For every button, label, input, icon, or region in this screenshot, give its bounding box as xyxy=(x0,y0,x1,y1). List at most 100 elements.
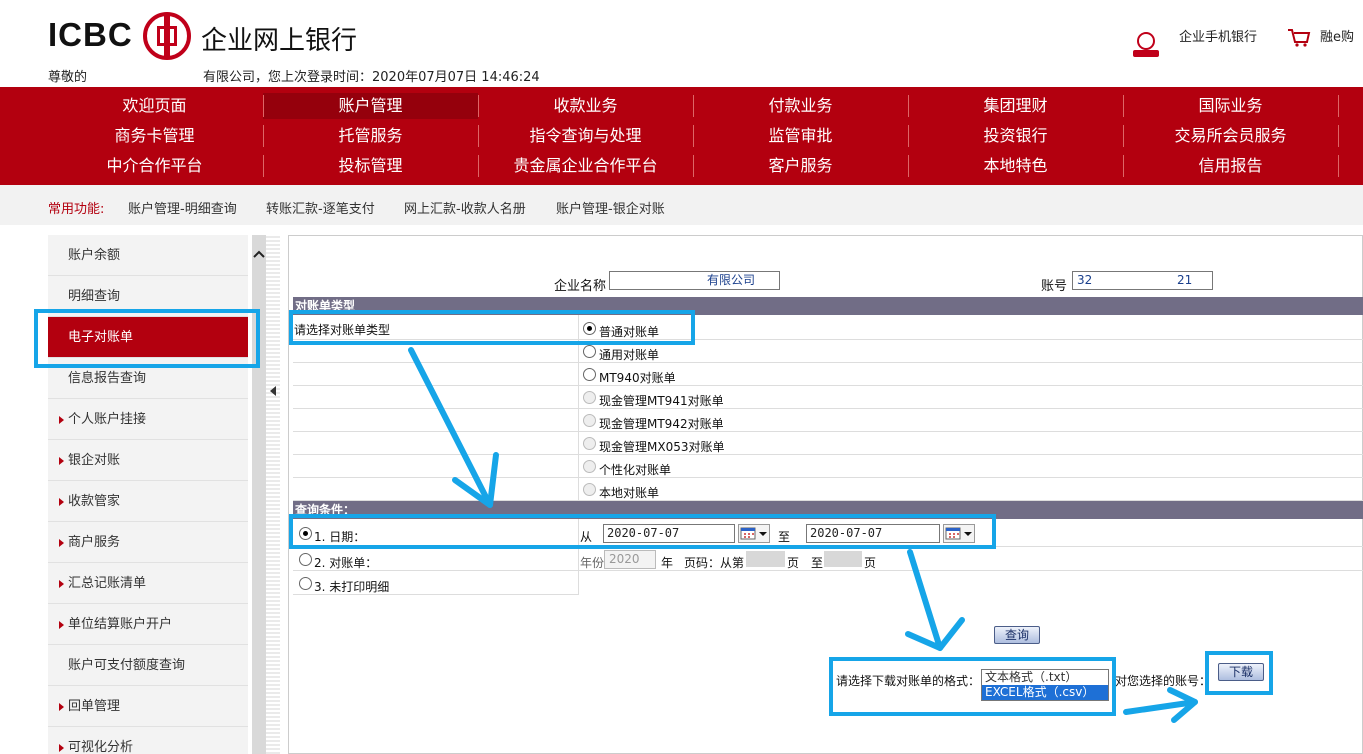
common-link[interactable]: 网上汇款-收款人名册 xyxy=(404,198,526,217)
query-button[interactable]: 查询 xyxy=(994,626,1040,644)
sidebar-item-label: 单位结算账户开户 xyxy=(68,617,173,632)
unprinted-radio[interactable] xyxy=(299,577,312,590)
mobile-bank-icon[interactable] xyxy=(1133,30,1159,58)
date-to-input[interactable]: 2020-07-07 xyxy=(806,524,940,543)
sidebar-item[interactable]: 可视化分析 xyxy=(48,727,248,754)
statement-radio[interactable] xyxy=(299,553,312,566)
year-select[interactable]: 2020 xyxy=(604,550,656,569)
account-label: 账号 xyxy=(1041,279,1068,294)
statement-type-section: 对账单类型 xyxy=(293,297,1363,315)
rongegou-link[interactable]: 融e购 xyxy=(1320,26,1354,45)
nav-item[interactable]: 信用报告 xyxy=(1123,153,1338,179)
sidebar-item[interactable]: 汇总记账清单 xyxy=(48,563,248,604)
calendar-from-button[interactable] xyxy=(738,524,770,543)
page-unit-label: 页 xyxy=(787,556,800,570)
statement-type-radio[interactable] xyxy=(583,391,596,404)
calendar-icon xyxy=(740,527,767,540)
nav-separator xyxy=(693,95,694,117)
nav-item[interactable]: 收款业务 xyxy=(478,93,693,119)
login-info: 有限公司，您上次登录时间：2020年07月07日 14:46:24 xyxy=(203,70,540,85)
panel-splitter[interactable] xyxy=(266,235,280,754)
row-divider xyxy=(293,339,1363,340)
sidebar-item[interactable]: 明细查询 xyxy=(48,276,248,317)
nav-item[interactable]: 监管审批 xyxy=(693,123,908,149)
sidebar-item[interactable]: 回单管理 xyxy=(48,686,248,727)
nav-item[interactable]: 指令查询与处理 xyxy=(478,123,693,149)
page-to-input[interactable] xyxy=(824,551,862,567)
download-button[interactable]: 下载 xyxy=(1218,663,1264,681)
sidebar-item[interactable]: 账户余额 xyxy=(48,235,248,276)
calendar-to-button[interactable] xyxy=(943,524,975,543)
sidebar-item[interactable]: 信息报告查询 xyxy=(48,358,248,399)
nav-item[interactable]: 投资银行 xyxy=(908,123,1123,149)
nav-item[interactable]: 付款业务 xyxy=(693,93,908,119)
sidebar-item-label: 商户服务 xyxy=(68,535,121,550)
account-select[interactable]: 32 21 xyxy=(1072,271,1213,290)
caret-right-icon xyxy=(59,580,64,588)
statement-type-radio[interactable] xyxy=(583,322,596,335)
scroll-up-icon[interactable] xyxy=(253,249,265,262)
nav-item[interactable]: 商务卡管理 xyxy=(47,123,262,149)
sidebar-item-label: 银企对账 xyxy=(68,453,121,468)
nav-item[interactable]: 贵金属企业合作平台 xyxy=(478,153,693,179)
sidebar-scrollbar[interactable] xyxy=(252,235,266,754)
statement-type-label: 现金管理MT942对账单 xyxy=(599,417,724,431)
sidebar: 账户余额明细查询 电子对账单 信息报告查询个人账户挂接 银企对账收款管家商户服务汇总记… xyxy=(48,235,248,754)
format-option-txt[interactable]: 文本格式（.txt） xyxy=(982,670,1108,685)
nav-item[interactable]: 投标管理 xyxy=(263,153,478,179)
date-radio[interactable] xyxy=(299,527,312,540)
statement-type-radio[interactable] xyxy=(583,345,596,358)
sidebar-item[interactable]: 商户服务 xyxy=(48,522,248,563)
date-from-input[interactable]: 2020-07-07 xyxy=(603,524,735,543)
nav-separator xyxy=(1338,95,1339,117)
statement-type-radio[interactable] xyxy=(583,460,596,473)
sidebar-item-label: 账户余额 xyxy=(68,248,121,263)
sidebar-item-label: 回单管理 xyxy=(68,699,121,714)
statement-type-radio[interactable] xyxy=(583,368,596,381)
caret-right-icon xyxy=(59,498,64,506)
nav-item[interactable]: 中介合作平台 xyxy=(47,153,262,179)
sidebar-item[interactable]: 银企对账 xyxy=(48,440,248,481)
nav-item[interactable]: 账户管理 xyxy=(263,93,478,119)
cart-icon[interactable] xyxy=(1287,28,1311,48)
nav-item[interactable]: 欢迎页面 xyxy=(47,93,262,119)
common-link[interactable]: 账户管理-明细查询 xyxy=(128,198,237,217)
common-link[interactable]: 账户管理-银企对账 xyxy=(556,198,665,217)
common-link[interactable]: 转账汇款-逐笔支付 xyxy=(266,198,375,217)
icbc-logo-text: ICBC xyxy=(48,16,133,53)
sidebar-item-label: 个人账户挂接 xyxy=(68,412,147,427)
nav-item[interactable]: 客户服务 xyxy=(693,153,908,179)
nav-separator xyxy=(478,155,479,177)
company-label: 企业名称 xyxy=(554,279,607,294)
nav-item[interactable]: 托管服务 xyxy=(263,123,478,149)
nav-item[interactable]: 本地特色 xyxy=(908,153,1123,179)
page-from-input[interactable] xyxy=(746,551,785,567)
format-option-csv[interactable]: EXCEL格式（.csv） xyxy=(982,685,1108,700)
sidebar-item[interactable]: 账户可支付额度查询 xyxy=(48,645,248,686)
nav-item[interactable]: 交易所会员服务 xyxy=(1123,123,1338,149)
query-condition-section: 查询条件： xyxy=(293,501,1363,519)
page-header: ICBC 企业网上银行 尊敬的 有限公司，您上次登录时间：2020年07月07日… xyxy=(0,0,1363,87)
mobile-bank-link[interactable]: 企业手机银行 xyxy=(1179,26,1257,45)
nav-item[interactable]: 国际业务 xyxy=(1123,93,1338,119)
statement-type-label: 现金管理MT941对账单 xyxy=(599,394,724,408)
caret-right-icon xyxy=(59,539,64,547)
sidebar-item[interactable]: 电子对账单 xyxy=(48,317,248,358)
from-label: 从 xyxy=(580,530,593,544)
statement-type-radio[interactable] xyxy=(583,414,596,427)
collapse-arrow-icon[interactable] xyxy=(270,386,276,396)
sidebar-item[interactable]: 单位结算账户开户 xyxy=(48,604,248,645)
format-label: 请选择下载对账单的格式： xyxy=(836,674,981,688)
choose-type-label: 请选择对账单类型 xyxy=(294,323,391,337)
statement-type-radio[interactable] xyxy=(583,483,596,496)
row-divider xyxy=(293,454,1363,455)
statement-type-radio[interactable] xyxy=(583,437,596,450)
nav-item[interactable]: 集团理财 xyxy=(908,93,1123,119)
format-listbox[interactable]: 文本格式（.txt） EXCEL格式（.csv） xyxy=(981,669,1109,701)
company-select[interactable]: 有限公司 xyxy=(609,271,780,290)
sidebar-item[interactable]: 收款管家 xyxy=(48,481,248,522)
bank-name: 企业网上银行 xyxy=(201,26,358,56)
sidebar-item[interactable]: 个人账户挂接 xyxy=(48,399,248,440)
account-suffix-label: 对您选择的账号： xyxy=(1115,674,1212,688)
nav-separator xyxy=(693,155,694,177)
